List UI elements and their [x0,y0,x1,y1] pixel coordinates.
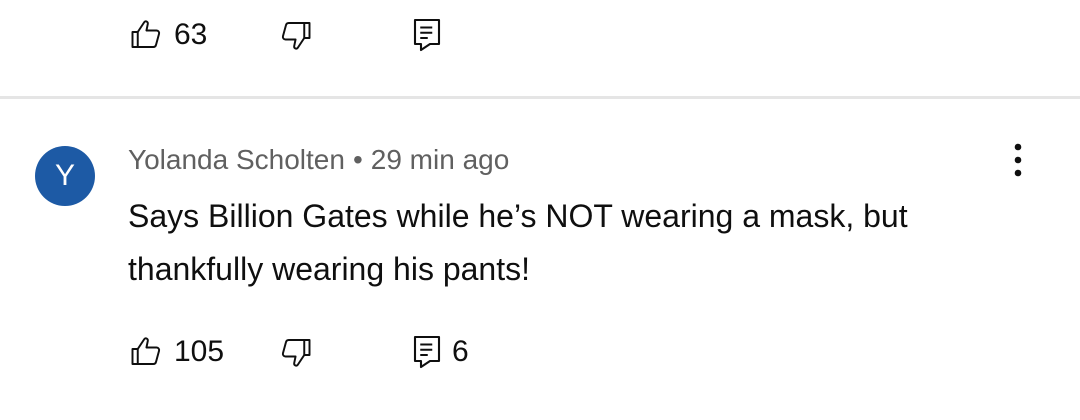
reply-comment-icon [412,17,442,53]
comment-text: Says Billion Gates while he’s NOT wearin… [128,198,908,287]
avatar[interactable]: Y [35,146,95,206]
thumbs-up-icon [128,334,164,370]
like-button[interactable]: 63 [128,15,278,55]
previous-comment-actions: 63 [128,15,442,55]
thumbs-up-icon [128,17,164,53]
author-name[interactable]: Yolanda Scholten [128,144,345,175]
comment-divider [0,96,1080,99]
comment-header: Yolanda Scholten • 29 min ago [128,140,509,180]
more-options-button[interactable] [1000,140,1036,184]
more-vert-icon [1013,142,1023,183]
dislike-button[interactable] [278,332,412,372]
comment-actions: 105 6 [128,332,469,372]
like-count: 105 [174,335,225,368]
reply-count: 6 [452,335,469,368]
like-button[interactable]: 105 [128,332,278,372]
meta-separator: • [352,144,363,175]
thumbs-down-icon [278,17,314,53]
reply-comment-icon [412,334,442,370]
reply-button[interactable] [412,15,442,55]
thumbs-down-icon [278,334,314,370]
reply-button[interactable]: 6 [412,332,469,372]
avatar-initial: Y [54,159,75,192]
like-count: 63 [174,18,208,51]
dislike-button[interactable] [278,15,412,55]
comment-time: 29 min ago [370,144,510,175]
